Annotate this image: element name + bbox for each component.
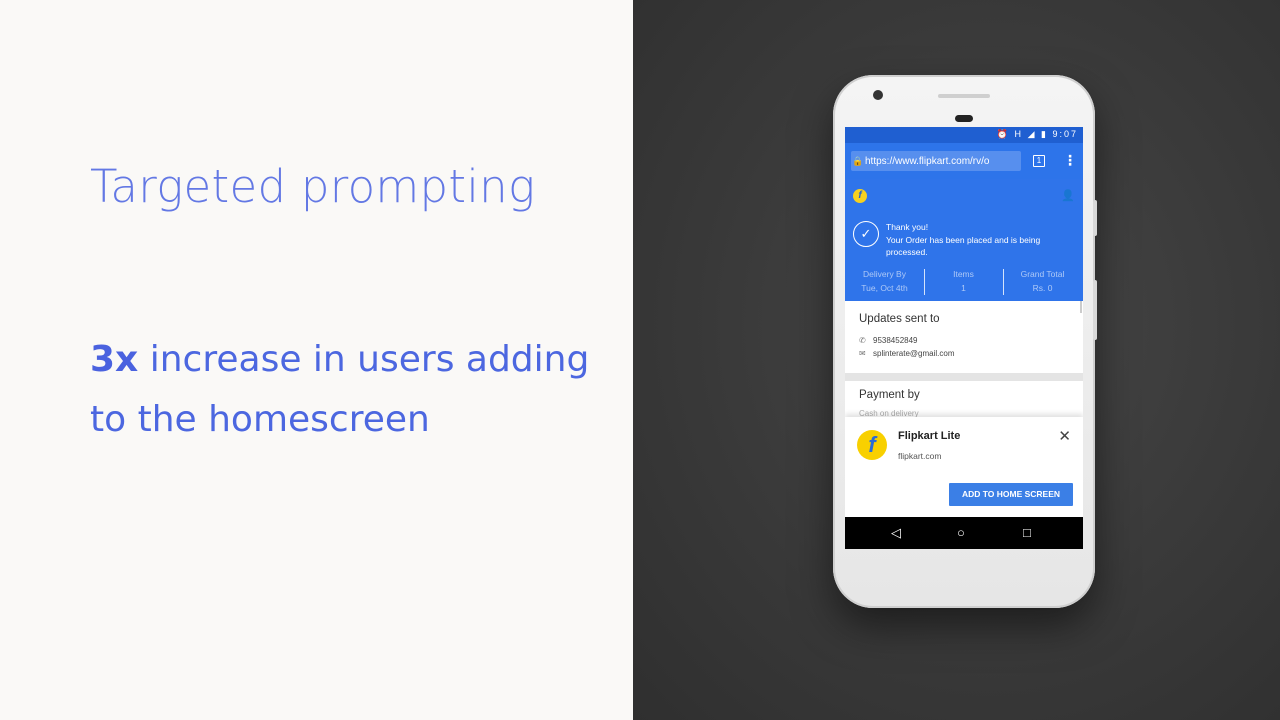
lock-icon: 🔒 bbox=[852, 156, 864, 166]
total-value: Rs. 0 bbox=[1032, 283, 1053, 293]
slide-title: Targeted prompting bbox=[90, 160, 536, 213]
signal-icon: ◢ bbox=[1027, 129, 1037, 139]
status-time: 9:07 bbox=[1052, 129, 1078, 139]
tab-switcher-icon[interactable]: 1 bbox=[1033, 155, 1045, 167]
phone-screen: ⏰ H ◢ ▮ 9:07 🔒https://www.flipkart.com/r… bbox=[845, 127, 1083, 549]
thanks-body: Your Order has been placed and is being … bbox=[886, 234, 1041, 258]
banner-domain: flipkart.com bbox=[898, 451, 942, 461]
thank-you-message: Thank you! Your Order has been placed an… bbox=[886, 221, 1066, 259]
banner-app-name: Flipkart Lite bbox=[898, 430, 961, 442]
items-summary: Items 1 bbox=[924, 267, 1003, 299]
close-icon[interactable]: ✕ bbox=[1058, 427, 1071, 445]
overflow-menu-icon[interactable]: ⋮ bbox=[1063, 152, 1077, 168]
address-bar[interactable]: 🔒https://www.flipkart.com/rv/o bbox=[851, 151, 1021, 171]
items-value: 1 bbox=[961, 283, 966, 293]
total-label: Grand Total bbox=[1020, 269, 1065, 279]
power-button bbox=[1093, 200, 1097, 236]
phone-contact-row: ✆ 9538452849 bbox=[859, 336, 918, 345]
status-bar: ⏰ H ◢ ▮ 9:07 bbox=[845, 127, 1083, 143]
url-text: https://www.flipkart.com/rv/o bbox=[865, 156, 990, 167]
volume-button bbox=[1093, 280, 1097, 340]
stat-highlight: 3x bbox=[90, 339, 139, 380]
delivery-value: Tue, Oct 4th bbox=[861, 283, 908, 293]
flipkart-app-icon: f bbox=[857, 430, 887, 460]
phone-icon: ✆ bbox=[859, 336, 866, 345]
browser-toolbar: 🔒https://www.flipkart.com/rv/o 1 ⋮ bbox=[845, 143, 1083, 179]
recents-icon[interactable]: □ bbox=[1023, 525, 1031, 541]
home-icon[interactable]: ○ bbox=[957, 525, 965, 541]
front-camera bbox=[873, 90, 883, 100]
updates-title: Updates sent to bbox=[859, 313, 940, 325]
payment-title: Payment by bbox=[859, 389, 920, 401]
add-to-homescreen-banner: f Flipkart Lite flipkart.com ✕ ADD TO HO… bbox=[845, 417, 1083, 517]
order-confirmation-header: f 👤 ✓ Thank you! Your Order has been pla… bbox=[845, 179, 1083, 301]
phone-number: 9538452849 bbox=[873, 336, 918, 345]
updates-section: Updates sent to ✆ 9538452849 ✉ splinterate… bbox=[845, 301, 1083, 373]
section-divider bbox=[845, 373, 1083, 381]
status-icons: ⏰ H ◢ ▮ 9:07 bbox=[997, 129, 1078, 140]
android-nav-bar: ◁ ○ □ bbox=[845, 517, 1083, 549]
battery-icon: ▮ bbox=[1041, 129, 1048, 139]
earpiece bbox=[938, 94, 990, 98]
alarm-icon: ⏰ bbox=[996, 129, 1011, 139]
check-circle-icon: ✓ bbox=[853, 221, 879, 247]
network-type: H bbox=[1014, 129, 1024, 139]
stat-description: increase in users adding to the homescre… bbox=[90, 339, 590, 440]
items-label: Items bbox=[953, 269, 974, 279]
delivery-summary: Delivery By Tue, Oct 4th bbox=[845, 267, 924, 299]
email-address: splinterate@gmail.com bbox=[873, 349, 955, 358]
thanks-title: Thank you! bbox=[886, 222, 929, 232]
slide-text-panel: Targeted prompting 3x increase in users … bbox=[0, 0, 633, 720]
total-summary: Grand Total Rs. 0 bbox=[1003, 267, 1082, 299]
email-contact-row: ✉ splinterate@gmail.com bbox=[859, 349, 954, 358]
back-icon[interactable]: ◁ bbox=[891, 525, 901, 541]
flipkart-logo-icon[interactable]: f bbox=[853, 189, 867, 203]
stat-text: 3x increase in users adding to the homes… bbox=[90, 330, 610, 450]
scrollbar[interactable] bbox=[1080, 301, 1082, 313]
mail-icon: ✉ bbox=[859, 349, 866, 358]
order-summary: Delivery By Tue, Oct 4th Items 1 Grand T… bbox=[845, 267, 1083, 299]
delivery-label: Delivery By bbox=[863, 269, 906, 279]
account-icon[interactable]: 👤 bbox=[1061, 189, 1075, 202]
add-to-home-screen-button[interactable]: ADD TO HOME SCREEN bbox=[949, 483, 1073, 506]
proximity-sensor bbox=[955, 115, 973, 122]
payment-section: Payment by Cash on delivery bbox=[845, 381, 1083, 419]
